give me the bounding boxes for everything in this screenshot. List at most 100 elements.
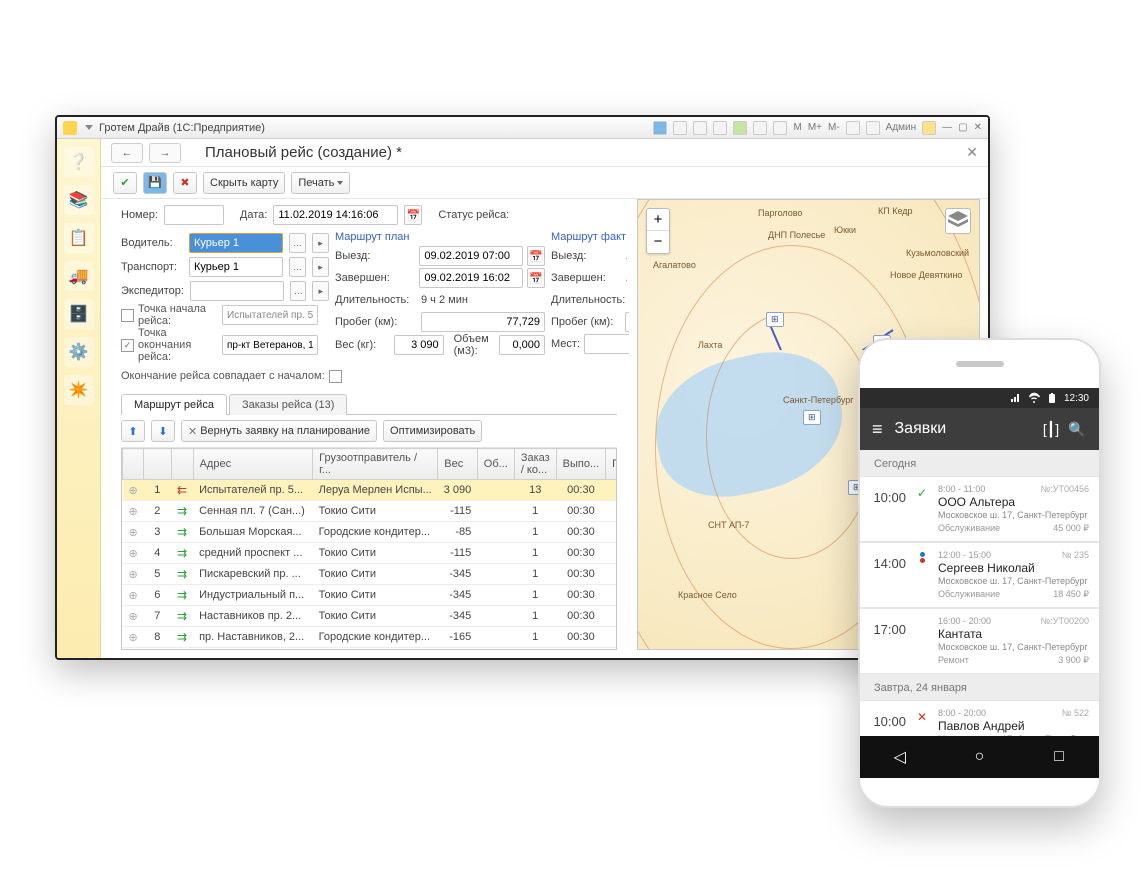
- refresh-icon[interactable]: [733, 121, 747, 135]
- driver-input[interactable]: [189, 233, 283, 253]
- date-input[interactable]: [273, 205, 398, 225]
- grid-column-header[interactable]: [144, 449, 171, 480]
- start-point-checkbox[interactable]: [121, 309, 134, 322]
- table-row[interactable]: ⊕7⇉Наставников пр. 2...Токио Сити-345100…: [123, 606, 618, 627]
- link-icon[interactable]: [713, 121, 727, 135]
- print-button[interactable]: Печать: [291, 172, 350, 194]
- nav-recent-icon[interactable]: □: [1050, 748, 1068, 766]
- settings-icon[interactable]: [846, 121, 860, 135]
- minimize-icon[interactable]: —: [942, 122, 952, 133]
- plan-finish-input[interactable]: [419, 268, 523, 288]
- select-icon[interactable]: …: [290, 281, 307, 301]
- optimize-button[interactable]: Оптимизировать: [383, 420, 482, 442]
- request-card[interactable]: 10:00 ✕ 8:00 - 20:00 № 522 Павлов Андрей…: [860, 700, 1099, 736]
- nav-back-icon[interactable]: ◁: [891, 748, 909, 766]
- table-row[interactable]: ⊕9⇉пр-кт Шлиссельбу...Токио Сити-115100:…: [123, 648, 618, 651]
- zoom-out-button[interactable]: −: [647, 231, 669, 253]
- end-point-checkbox[interactable]: ✓: [121, 339, 134, 352]
- request-card[interactable]: 17:00 16:00 - 20:00 №:УТ00200 Кантата Мо…: [860, 608, 1099, 674]
- save-button[interactable]: 💾: [143, 172, 167, 194]
- scan-icon[interactable]: [┃]: [1041, 421, 1061, 438]
- grid-column-header[interactable]: [123, 449, 144, 480]
- select-icon[interactable]: …: [289, 257, 306, 277]
- table-row[interactable]: ⊕5⇉Пискаревский пр. ...Токио Сити-345100…: [123, 564, 618, 585]
- sidebar-database-icon[interactable]: 🗄️: [64, 299, 94, 329]
- memory-m-minus[interactable]: М-: [828, 122, 840, 133]
- route-grid[interactable]: АдресГрузоотправитель / г...ВесОб...Зака…: [121, 448, 617, 650]
- calculator-icon[interactable]: [773, 121, 787, 135]
- sidebar-star-icon[interactable]: ✴️: [64, 375, 94, 405]
- save-and-close-button[interactable]: ✔︎: [113, 172, 137, 194]
- hamburger-icon[interactable]: ≡: [872, 419, 883, 440]
- seats-input[interactable]: [584, 334, 629, 354]
- sidebar-settings-icon[interactable]: ⚙️: [64, 337, 94, 367]
- waypoint-icon[interactable]: ⊞: [803, 410, 821, 425]
- chevron-down-icon[interactable]: [85, 125, 93, 130]
- transport-input[interactable]: [189, 257, 283, 277]
- sidebar-truck-icon[interactable]: 🚚: [64, 261, 94, 291]
- tab-route[interactable]: Маршрут рейса: [121, 394, 227, 415]
- plan-depart-input[interactable]: [419, 246, 523, 266]
- plan-mileage-input[interactable]: [421, 312, 545, 332]
- coincide-checkbox[interactable]: [329, 370, 342, 383]
- table-row[interactable]: ⊕3⇉Большая Морская...Городские кондитер.…: [123, 522, 618, 543]
- grid-column-header[interactable]: Заказ / ко...: [514, 449, 556, 480]
- number-input[interactable]: [164, 205, 224, 225]
- open-icon[interactable]: ▸: [312, 233, 329, 253]
- table-row[interactable]: ⊕1⇇Испытателей пр. 5...Леруа Мерлен Испы…: [123, 480, 618, 501]
- grid-column-header[interactable]: Пр...: [606, 449, 617, 480]
- save-icon[interactable]: [653, 121, 667, 135]
- search-icon[interactable]: [693, 121, 707, 135]
- exped-input[interactable]: [190, 281, 284, 301]
- request-card[interactable]: 14:00 12:00 - 15:00 № 235 Сергеев Никола…: [860, 542, 1099, 608]
- move-up-button[interactable]: ⬆: [121, 420, 145, 442]
- close-icon[interactable]: ✕: [974, 122, 982, 133]
- request-card[interactable]: 10:00 ✓ 8:00 - 11:00 №:УТ00456 ООО Альте…: [860, 476, 1099, 542]
- open-icon[interactable]: ▸: [312, 257, 329, 277]
- weight-input[interactable]: [394, 335, 444, 355]
- volume-input[interactable]: [499, 335, 545, 355]
- map-layers-icon[interactable]: [945, 208, 971, 234]
- nav-back-button[interactable]: ←: [111, 143, 143, 163]
- maximize-icon[interactable]: ▢: [958, 122, 967, 133]
- search-icon[interactable]: 🔍: [1067, 421, 1087, 438]
- table-row[interactable]: ⊕8⇉пр. Наставников, 2...Городские кондит…: [123, 627, 618, 648]
- return-request-button[interactable]: ✕Вернуть заявку на планирование: [181, 420, 377, 442]
- grid-column-header[interactable]: Адрес: [193, 449, 313, 480]
- table-row[interactable]: ⊕4⇉средний проспект ...Токио Сити-115100…: [123, 543, 618, 564]
- calendar-icon[interactable]: 📅: [527, 268, 545, 288]
- move-down-button[interactable]: ⬇: [151, 420, 175, 442]
- hide-map-button[interactable]: Скрыть карту: [203, 172, 285, 194]
- grid-column-header[interactable]: Об...: [477, 449, 514, 480]
- grid-column-header[interactable]: Выпо...: [556, 449, 606, 480]
- start-point-input[interactable]: [222, 305, 318, 325]
- memory-m[interactable]: М: [793, 122, 801, 133]
- tab-orders[interactable]: Заказы рейса (13): [229, 394, 347, 415]
- open-icon[interactable]: ▸: [312, 281, 329, 301]
- sidebar-help-icon[interactable]: ❔: [64, 147, 94, 177]
- map-zoom-control[interactable]: + −: [646, 208, 670, 254]
- grid-column-header[interactable]: Грузоотправитель / г...: [313, 449, 438, 480]
- sidebar-clipboard-icon[interactable]: 📋: [64, 223, 94, 253]
- waypoint-icon[interactable]: ⊞: [766, 312, 784, 327]
- table-row[interactable]: ⊕2⇉Сенная пл. 7 (Сан...)Токио Сити-11510…: [123, 501, 618, 522]
- memory-m-plus[interactable]: М+: [808, 122, 822, 133]
- zoom-in-button[interactable]: +: [647, 209, 669, 231]
- fact-mileage-input[interactable]: [625, 312, 629, 332]
- page-close-icon[interactable]: ✕: [966, 144, 978, 161]
- calendar-icon[interactable]: [753, 121, 767, 135]
- help-icon[interactable]: [922, 121, 936, 135]
- nav-forward-button[interactable]: →: [149, 143, 181, 163]
- select-icon[interactable]: …: [289, 233, 306, 253]
- phone-content[interactable]: Сегодня 10:00 ✓ 8:00 - 11:00 №:УТ00456 О…: [860, 450, 1099, 736]
- nav-home-icon[interactable]: ○: [970, 748, 988, 766]
- calendar-icon[interactable]: 📅: [404, 205, 422, 225]
- grid-column-header[interactable]: [171, 449, 193, 480]
- calendar-icon[interactable]: 📅: [527, 246, 545, 266]
- end-point-input[interactable]: [222, 335, 318, 355]
- print-icon[interactable]: [673, 121, 687, 135]
- grid-column-header[interactable]: Вес: [438, 449, 478, 480]
- cancel-button[interactable]: ✖: [173, 172, 197, 194]
- table-row[interactable]: ⊕6⇉Индустриальный п...Токио Сити-345100:…: [123, 585, 618, 606]
- sidebar-books-icon[interactable]: 📚: [64, 185, 94, 215]
